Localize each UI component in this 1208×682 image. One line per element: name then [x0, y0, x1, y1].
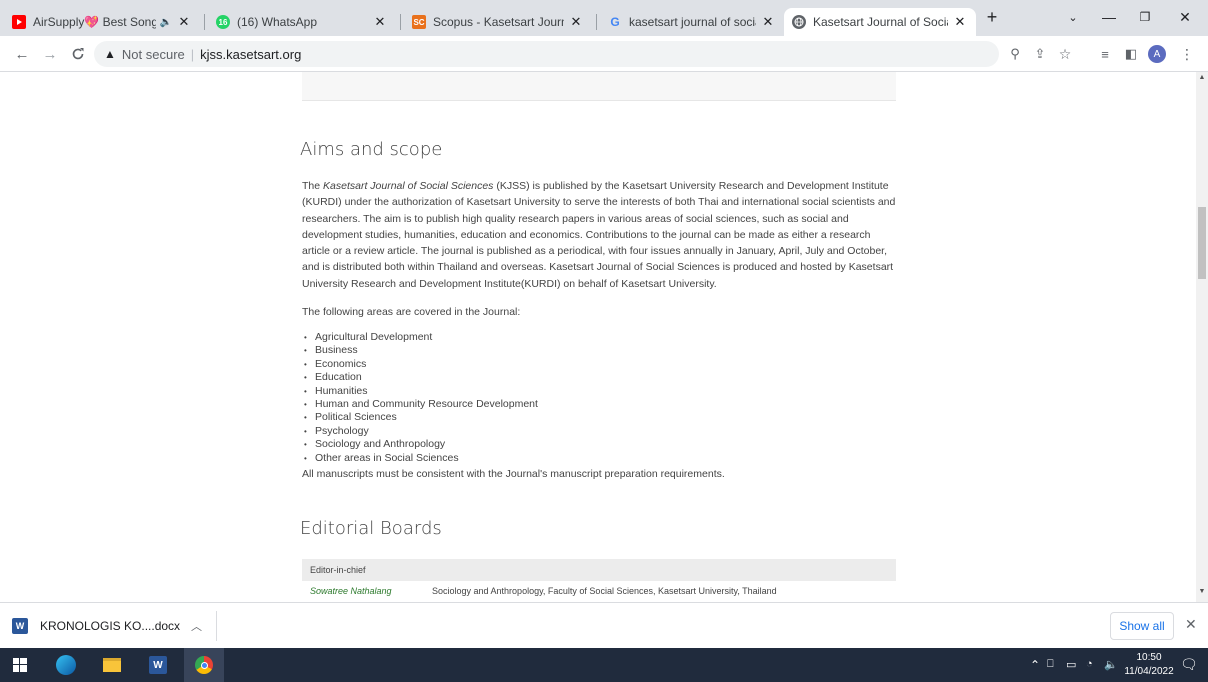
- menu-icon[interactable]: ⋮: [1178, 45, 1196, 63]
- clock-date: 11/04/2022: [1124, 666, 1174, 677]
- edge-browser-icon[interactable]: [46, 648, 86, 682]
- chrome-app-icon[interactable]: [184, 648, 224, 682]
- scopus-icon: SC: [412, 15, 426, 29]
- browser-toolbar: ← → ▲ Not secure | kjss.kasetsart.org ⚲ …: [0, 36, 1208, 72]
- notification-center-icon[interactable]: 🗨: [1180, 656, 1198, 674]
- word-app-icon[interactable]: W: [138, 648, 178, 682]
- restore-button[interactable]: ❐: [1134, 6, 1156, 28]
- editorial-boards-heading: Editorial Boards: [300, 518, 442, 539]
- vertical-scrollbar[interactable]: ▲ ▼: [1196, 72, 1208, 602]
- journal-name-italic: Kasetsart Journal of Social Sciences: [323, 180, 494, 192]
- tab-google-search[interactable]: G kasetsart journal of social sci ✕: [600, 8, 784, 36]
- reload-button[interactable]: [68, 44, 88, 64]
- file-explorer-icon[interactable]: [92, 648, 132, 682]
- close-tab-icon[interactable]: ✕: [176, 14, 192, 30]
- download-filename[interactable]: KRONOLOGIS KO....docx: [40, 619, 191, 633]
- profile-avatar[interactable]: A: [1148, 45, 1166, 63]
- list-item: Economics: [304, 358, 538, 371]
- list-item: Sociology and Anthropology: [304, 438, 538, 451]
- tab-scopus[interactable]: SC Scopus - Kasetsart Journal - S ✕: [404, 8, 592, 36]
- side-panel-icon[interactable]: ◧: [1122, 45, 1140, 63]
- download-bar: W KRONOLOGIS KO....docx ︿ Show all ✕: [0, 602, 1208, 648]
- share-icon[interactable]: ⇪: [1031, 45, 1049, 63]
- list-item: Humanities: [304, 385, 538, 398]
- back-button[interactable]: ←: [12, 44, 32, 64]
- tab-search-button[interactable]: ⌄: [1062, 6, 1084, 28]
- globe-icon: [792, 15, 806, 29]
- bookmark-star-icon[interactable]: ☆: [1056, 45, 1074, 63]
- list-item: Education: [304, 371, 538, 384]
- show-all-button[interactable]: Show all: [1110, 612, 1174, 640]
- top-content-box: [302, 72, 896, 101]
- tab-youtube[interactable]: AirSupply💖 Best Songs 🔈 ✕: [4, 8, 200, 36]
- clock-time: 10:50: [1136, 652, 1162, 663]
- windows-start-icon[interactable]: [0, 648, 40, 682]
- battery-icon[interactable]: ▭: [1066, 658, 1076, 671]
- close-tab-icon[interactable]: ✕: [760, 14, 776, 30]
- tab-divider: [204, 14, 205, 30]
- list-item: Business: [304, 344, 538, 357]
- list-item: Psychology: [304, 425, 538, 438]
- tab-title: (16) WhatsApp: [237, 15, 318, 29]
- tab-divider: [596, 14, 597, 30]
- scroll-down-arrow-icon[interactable]: ▼: [1196, 586, 1208, 598]
- scroll-up-arrow-icon[interactable]: ▲: [1196, 72, 1208, 84]
- google-icon: G: [610, 15, 620, 29]
- page-viewport: Aims and scope The Kasetsart Journal of …: [0, 72, 1196, 602]
- tab-divider: [400, 14, 401, 30]
- aims-paragraph: The Kasetsart Journal of Social Sciences…: [302, 178, 896, 292]
- divider: |: [190, 46, 195, 62]
- windows-taskbar: W ⌃ ⎕ ▭ ◔ 🔈 10:50 11/04/2022 🗨: [0, 648, 1208, 682]
- security-label[interactable]: Not secure: [122, 47, 185, 62]
- word-document-icon: W: [12, 618, 28, 634]
- table-row: Sowatree Nathalang Sociology and Anthrop…: [302, 586, 896, 600]
- clock[interactable]: 10:50 11/04/2022: [1124, 651, 1174, 679]
- tab-kjss-active[interactable]: Kasetsart Journal of Social Sc ✕: [784, 8, 976, 36]
- reading-list-icon[interactable]: ≡: [1096, 45, 1114, 63]
- reload-icon: [72, 48, 84, 60]
- tab-title: Scopus - Kasetsart Journal - S: [433, 15, 564, 29]
- close-window-button[interactable]: ✕: [1174, 6, 1196, 28]
- tab-title: kasetsart journal of social sci: [629, 15, 756, 29]
- tray-overflow-icon[interactable]: ⌃: [1030, 658, 1040, 672]
- address-bar[interactable]: ▲ Not secure | kjss.kasetsart.org: [94, 41, 999, 67]
- list-item: Political Sciences: [304, 411, 538, 424]
- forward-button[interactable]: →: [40, 44, 60, 64]
- volume-icon[interactable]: 🔈: [1104, 658, 1118, 671]
- close-download-bar-icon[interactable]: ✕: [1185, 616, 1197, 633]
- scrollbar-thumb[interactable]: [1198, 207, 1206, 279]
- tab-title: Kasetsart Journal of Social Sc: [813, 15, 948, 29]
- minimize-button[interactable]: —: [1098, 6, 1120, 28]
- manuscripts-note: All manuscripts must be consistent with …: [302, 468, 725, 480]
- meet-now-icon[interactable]: ⎕: [1047, 658, 1054, 671]
- chevron-up-icon[interactable]: ︿: [191, 618, 202, 634]
- board-table-header: Editor-in-chief: [302, 559, 896, 581]
- audio-playing-icon[interactable]: 🔈: [160, 17, 172, 28]
- zoom-icon[interactable]: ⚲: [1006, 45, 1024, 63]
- aims-text-pre: The: [302, 180, 324, 192]
- areas-list: Agricultural Development Business Econom…: [304, 331, 538, 465]
- editor-affiliation: Sociology and Anthropology, Faculty of S…: [432, 586, 777, 596]
- youtube-icon: [12, 15, 26, 29]
- editor-name-link[interactable]: Sowatree Nathalang: [310, 586, 392, 596]
- url-text[interactable]: kjss.kasetsart.org: [200, 47, 301, 62]
- tab-title: AirSupply💖 Best Songs: [33, 15, 156, 29]
- aims-scope-heading: Aims and scope: [300, 139, 443, 160]
- whatsapp-icon: 16: [216, 15, 230, 29]
- wifi-icon[interactable]: ◔: [1086, 658, 1093, 670]
- areas-intro: The following areas are covered in the J…: [302, 306, 521, 318]
- aims-text-rest: (KJSS) is published by the Kasetsart Uni…: [302, 180, 896, 290]
- list-item: Other areas in Social Sciences: [304, 452, 538, 465]
- warning-icon[interactable]: ▲: [104, 47, 116, 61]
- list-item: Agricultural Development: [304, 331, 538, 344]
- download-item[interactable]: W KRONOLOGIS KO....docx ︿: [12, 611, 217, 641]
- close-tab-icon[interactable]: ✕: [952, 14, 968, 30]
- close-tab-icon[interactable]: ✕: [568, 14, 584, 30]
- new-tab-button[interactable]: +: [981, 6, 1003, 28]
- tab-strip: AirSupply💖 Best Songs 🔈 ✕ 16 (16) WhatsA…: [0, 0, 1208, 36]
- list-item: Human and Community Resource Development: [304, 398, 538, 411]
- tab-whatsapp[interactable]: 16 (16) WhatsApp ✕: [208, 8, 396, 36]
- close-tab-icon[interactable]: ✕: [372, 14, 388, 30]
